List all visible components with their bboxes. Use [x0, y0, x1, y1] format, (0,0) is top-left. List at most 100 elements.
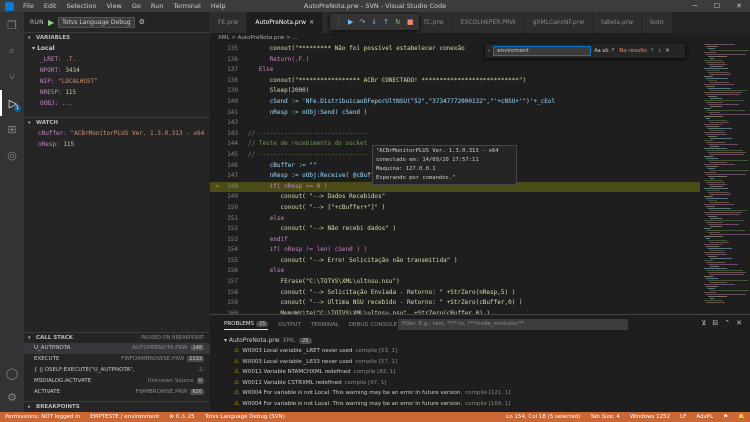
menu-selection[interactable]: Selection: [61, 2, 101, 10]
stack-frame[interactable]: MSDIALOG:ACTIVATE Unknown Source 0: [24, 376, 210, 387]
menu-help[interactable]: Help: [206, 2, 231, 10]
code-line[interactable]: 159 conout( "--> Ultima NSU recebido - R…: [210, 298, 700, 309]
open-launch-json-icon[interactable]: ⚙: [139, 18, 145, 26]
menu-terminal[interactable]: Terminal: [168, 2, 205, 10]
gutter[interactable]: [210, 76, 224, 87]
variable-row[interactable]: NPORT: 3434: [24, 65, 210, 76]
gutter[interactable]: [210, 235, 224, 246]
feedback-icon[interactable]: ⚑: [718, 414, 733, 420]
menu-edit[interactable]: Edit: [39, 2, 62, 10]
stack-frame[interactable]: ACTIVATE FWMBROWSE.PRW 626: [24, 387, 210, 398]
problem-row[interactable]: ⚠ W0011 Variable CSTRXML redefined compile…: [210, 378, 750, 389]
variable-row[interactable]: _LRET: .T.: [24, 54, 210, 65]
explorer-icon[interactable]: ❐: [0, 12, 24, 38]
gutter[interactable]: [210, 161, 224, 172]
code-line[interactable]: 140 cSend := 'NFe.DistribuicaoDFeporUltN…: [210, 97, 700, 108]
previous-match-icon[interactable]: ↑: [650, 48, 655, 54]
gutter[interactable]: [210, 97, 224, 108]
status-problems[interactable]: ⊗ 0 ⚠ 25: [164, 414, 199, 420]
code-line[interactable]: 142: [210, 118, 700, 129]
tab-debug-console[interactable]: DEBUG CONSOLE: [349, 322, 397, 328]
code-line[interactable]: 138 conout("***************** ACBr CONEC…: [210, 76, 700, 87]
gutter[interactable]: [210, 55, 224, 66]
find-options[interactable]: Aa ab .*: [594, 48, 614, 54]
status-tab-size[interactable]: Tab Size: 4: [585, 414, 624, 420]
tab-autoprenota[interactable]: AutoPreNota.prw ✕: [247, 12, 324, 33]
launch-config-select[interactable]: Totvs Language Debug: [58, 16, 135, 28]
variable-row[interactable]: NRESP: 115: [24, 87, 210, 98]
code-line[interactable]: 143 // ------------------------------: [210, 129, 700, 140]
minimize-icon[interactable]: ─: [684, 0, 706, 12]
stop-icon[interactable]: ■: [407, 18, 414, 26]
tab-fe[interactable]: FE.prw: [210, 12, 248, 33]
tab-problems[interactable]: PROBLEMS 25: [224, 320, 269, 330]
search-icon[interactable]: ⌕: [0, 38, 24, 64]
call-stack-section-header[interactable]: ▾ CALL STACK PAUSED ON BREAKPOINT: [24, 332, 210, 343]
remote-icon[interactable]: ◎: [0, 142, 24, 168]
code-line[interactable]: 155 conout( "--> Erro! Solicitação não t…: [210, 256, 700, 267]
code-line[interactable]: 149 conout( "--> Dados Recebidos": [210, 192, 700, 203]
extensions-icon[interactable]: ⊞: [0, 116, 24, 142]
menu-run[interactable]: Run: [146, 2, 168, 10]
gutter[interactable]: [210, 256, 224, 267]
variable-row[interactable]: OOBJ: ...: [24, 98, 210, 109]
breadcrumb[interactable]: XML > AutoPreNota.prw > ...: [210, 33, 750, 44]
code-line[interactable]: 153 endif: [210, 235, 700, 246]
code-line[interactable]: 157 FErase("C:\TOTVS\XML\ultnsu.nsu"): [210, 277, 700, 288]
breakpoints-section-header[interactable]: ▸ BREAKPOINTS: [24, 401, 210, 412]
gutter[interactable]: [210, 118, 224, 129]
step-out-icon[interactable]: ↑: [383, 18, 389, 26]
start-debugging-icon[interactable]: ▶: [48, 18, 54, 27]
menu-view[interactable]: View: [101, 2, 126, 10]
current-line-arrow-icon[interactable]: ⇨: [210, 182, 224, 193]
problem-row[interactable]: ⚠ W0004 For variable is not Local. This w…: [210, 388, 750, 399]
drag-handle-icon[interactable]: ⋮: [335, 18, 342, 26]
problems-filter-input[interactable]: Filter. E.g.: text, **/*.ts, !**/node_mo…: [398, 319, 628, 330]
gutter[interactable]: [210, 288, 224, 299]
menu-file[interactable]: File: [18, 2, 39, 10]
gutter[interactable]: [210, 171, 224, 182]
tab-boto[interactable]: boto: [642, 12, 673, 33]
find-input[interactable]: enviroment: [493, 46, 592, 56]
filter-icon[interactable]: ⊻: [701, 319, 706, 327]
tab-escolheper[interactable]: ESCOLHEPER.PRW: [452, 12, 525, 33]
maximize-panel-icon[interactable]: ⌃: [724, 319, 730, 327]
gutter[interactable]: [210, 108, 224, 119]
status-permissions[interactable]: Permissions: NOT logged in: [0, 414, 85, 420]
gutter[interactable]: [210, 298, 224, 309]
gutter[interactable]: [210, 44, 224, 55]
code-line[interactable]: 137 Else: [210, 65, 700, 76]
problems-file-row[interactable]: ▾ AutoPreNota.prw XML 25: [210, 335, 750, 346]
gutter[interactable]: [210, 129, 224, 140]
gutter[interactable]: [210, 266, 224, 277]
code-line[interactable]: 156 else: [210, 266, 700, 277]
watch-row[interactable]: nResp: 115: [24, 139, 210, 150]
status-language[interactable]: AdvPL: [691, 414, 718, 420]
continue-icon[interactable]: ▶: [348, 18, 353, 26]
gutter[interactable]: [210, 139, 224, 150]
close-window-icon[interactable]: ✕: [728, 0, 750, 12]
status-encoding[interactable]: Windows 1252: [625, 414, 675, 420]
notifications-icon[interactable]: 🔔: [733, 414, 750, 420]
tab-gxmlcancnf[interactable]: gXMLCancNF.prw: [524, 12, 594, 33]
maximize-icon[interactable]: ☐: [706, 0, 728, 12]
collapse-all-icon[interactable]: ⊟: [712, 319, 718, 327]
tab-tabela[interactable]: tabela.prw: [593, 12, 643, 33]
code-line[interactable]: 152 conout( "--> Não recebi dados" ): [210, 224, 700, 235]
tab-terminal[interactable]: TERMINAL: [311, 322, 339, 328]
gutter[interactable]: [210, 224, 224, 235]
variables-section-header[interactable]: ▾ VARIABLES: [24, 32, 210, 43]
scope-local[interactable]: ▾ Local: [24, 43, 210, 54]
gutter[interactable]: [210, 86, 224, 97]
problem-row[interactable]: ⚠ W0011 Variable NTAMCHXML redefined compi…: [210, 367, 750, 378]
code-line[interactable]: 139 Sleep(2000): [210, 86, 700, 97]
close-tab-icon[interactable]: ✕: [309, 19, 314, 26]
watch-row[interactable]: cBuffer: "ACBrMonitorPLUS Ver. 1.3.0.313…: [24, 128, 210, 139]
code-line[interactable]: 141 nResp := oObj:Send( cSend ): [210, 108, 700, 119]
gutter[interactable]: [210, 214, 224, 225]
code-line[interactable]: 151 else: [210, 214, 700, 225]
gutter[interactable]: [210, 65, 224, 76]
gutter[interactable]: [210, 192, 224, 203]
close-find-icon[interactable]: ✕: [665, 48, 670, 54]
chevron-right-icon[interactable]: ›: [488, 48, 490, 54]
